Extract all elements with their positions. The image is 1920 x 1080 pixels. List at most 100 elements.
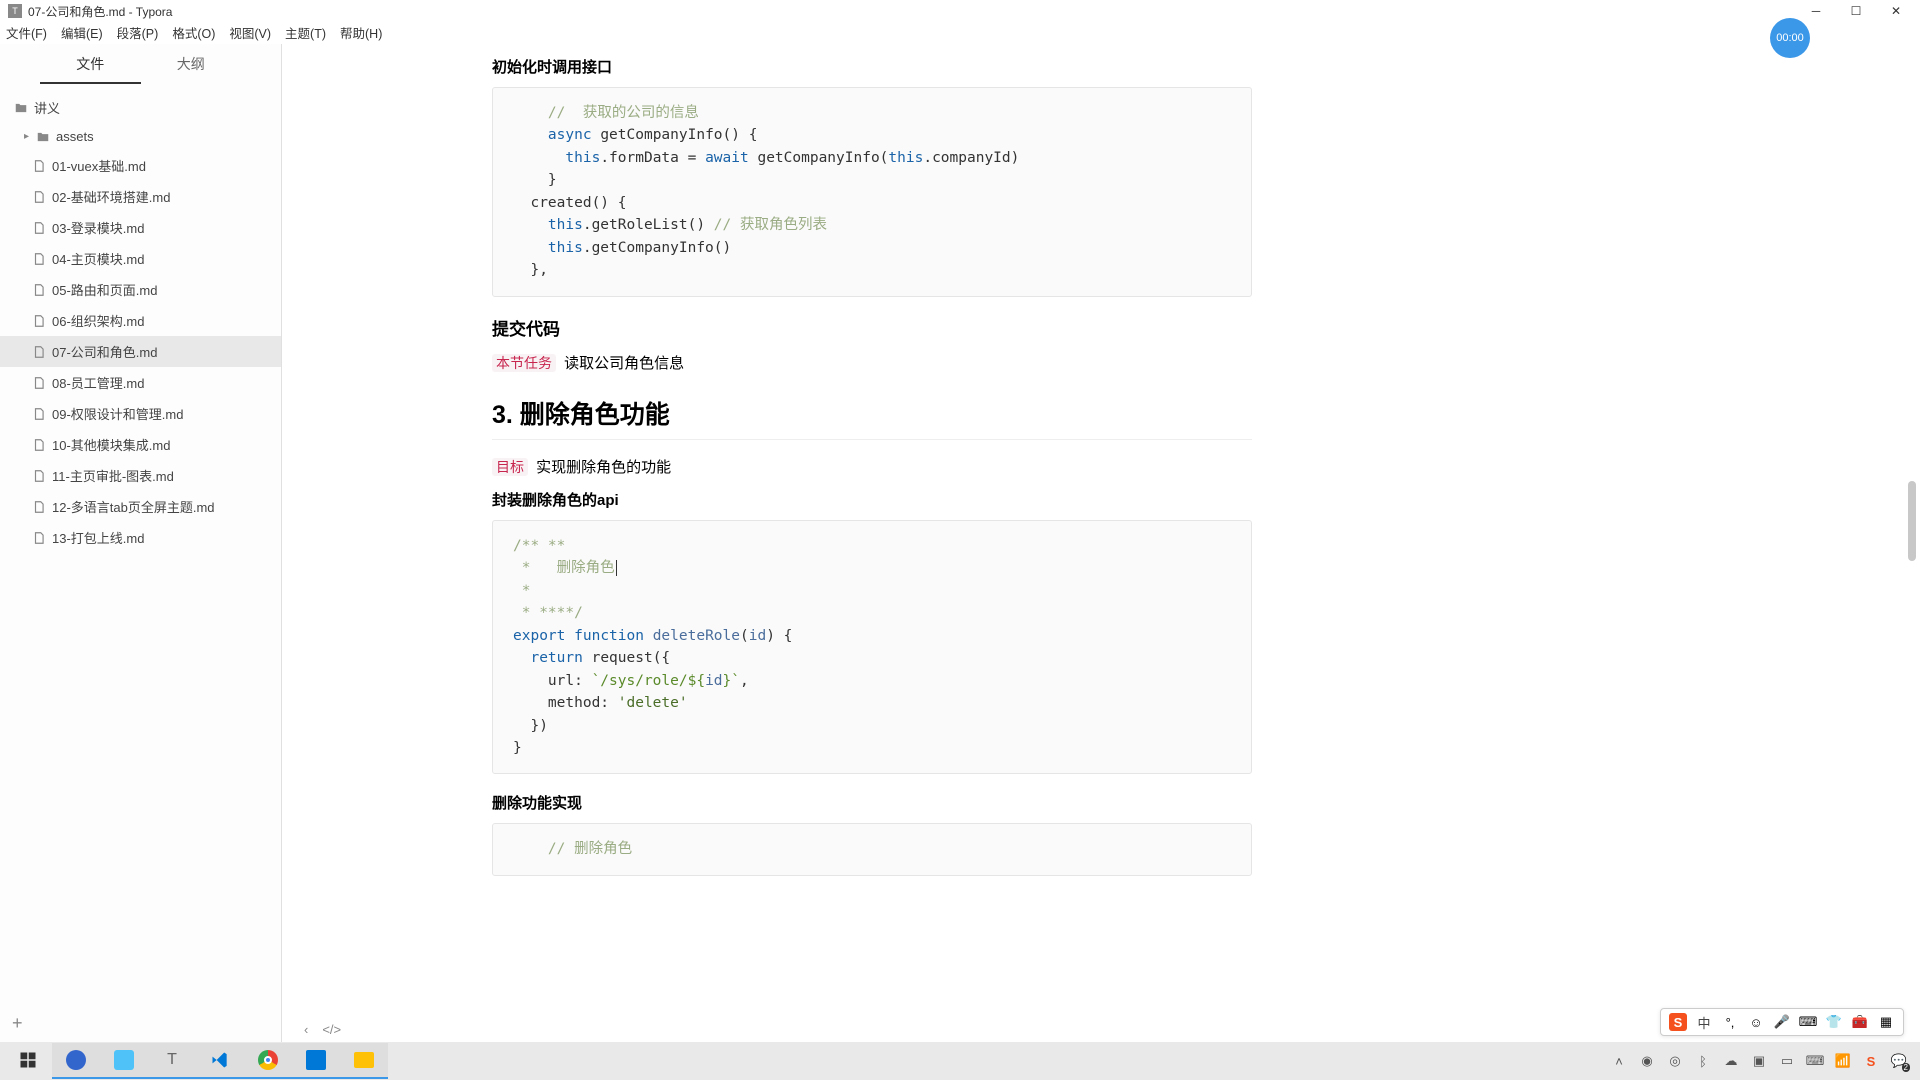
tree-file-label: 08-员工管理.md	[52, 373, 144, 392]
menu-format[interactable]: 格式(O)	[172, 23, 215, 42]
goal-line: 目标 实现删除角色的功能	[492, 456, 1252, 477]
tree-file[interactable]: 06-组织架构.md	[0, 305, 281, 336]
code-block-impl[interactable]: // 删除角色	[492, 823, 1252, 875]
source-toggle[interactable]: </>	[322, 1022, 341, 1037]
app-icon: T	[8, 4, 22, 18]
tree-file[interactable]: 10-其他模块集成.md	[0, 429, 281, 460]
tray-wifi-icon[interactable]: 📶	[1834, 1052, 1852, 1070]
tree-file-label: 02-基础环境搭建.md	[52, 187, 170, 206]
ime-grid-icon[interactable]: ▦	[1877, 1013, 1895, 1031]
menu-edit[interactable]: 编辑(E)	[61, 23, 103, 42]
heading-api: 封装删除角色的api	[492, 489, 1252, 510]
taskbar-chrome[interactable]	[244, 1043, 292, 1079]
tree-file-label: 06-组织架构.md	[52, 311, 144, 330]
tree-file[interactable]: 02-基础环境搭建.md	[0, 181, 281, 212]
code-block-api[interactable]: /** ** * 删除角色 * * ****/ export function …	[492, 520, 1252, 775]
tray-camera-icon[interactable]: ▣	[1750, 1052, 1768, 1070]
tree-file[interactable]: 09-权限设计和管理.md	[0, 398, 281, 429]
statusbar: ‹ </>	[290, 1016, 355, 1042]
tray-battery-icon[interactable]: ▭	[1778, 1052, 1796, 1070]
tree-file[interactable]: 08-员工管理.md	[0, 367, 281, 398]
tree-file-label: 03-登录模块.md	[52, 218, 144, 237]
taskbar-powershell[interactable]	[292, 1043, 340, 1079]
tree-file-label: 01-vuex基础.md	[52, 156, 146, 175]
timer-text: 00:00	[1776, 32, 1804, 44]
file-tree: 讲义 ▸ assets 01-vuex基础.md 02-基础环境搭建.md 03-登…	[0, 84, 281, 561]
tree-file[interactable]: 04-主页模块.md	[0, 243, 281, 274]
tray-app2-icon[interactable]: ◎	[1666, 1052, 1684, 1070]
taskbar-typora[interactable]: T	[148, 1043, 196, 1079]
ime-panel[interactable]: S 中 °, ☺ 🎤 ⌨ 👕 🧰 ▦	[1660, 1008, 1904, 1036]
taskbar-vscode[interactable]	[196, 1043, 244, 1079]
tray-app1-icon[interactable]: ◉	[1638, 1052, 1656, 1070]
menubar: 文件(F) 编辑(E) 段落(P) 格式(O) 视图(V) 主题(T) 帮助(H…	[0, 22, 1920, 44]
tree-folder-assets[interactable]: ▸ assets	[0, 123, 281, 150]
tree-file[interactable]: 05-路由和页面.md	[0, 274, 281, 305]
ime-lang[interactable]: 中	[1695, 1013, 1713, 1031]
tree-file[interactable]: 12-多语言tab页全屏主题.md	[0, 491, 281, 522]
editor-content: 初始化时调用接口 // 获取的公司的信息 async getCompanyInf…	[492, 56, 1252, 876]
main-area: 文件 大纲 讲义 ▸ assets 01-vuex基础.md 02-基础环境搭建.…	[0, 44, 1920, 1042]
tray-sogou-icon[interactable]: S	[1862, 1052, 1880, 1070]
tree-file-label: 11-主页审批-图表.md	[52, 466, 174, 485]
tab-files[interactable]: 文件	[40, 46, 141, 84]
menu-theme[interactable]: 主题(T)	[285, 23, 326, 42]
sidebar-add[interactable]: +	[0, 1005, 281, 1042]
heading-init: 初始化时调用接口	[492, 56, 1252, 77]
file-icon	[32, 221, 48, 235]
text-cursor	[616, 560, 617, 576]
start-button[interactable]	[4, 1043, 52, 1079]
menu-view[interactable]: 视图(V)	[229, 23, 271, 42]
ime-smile-icon[interactable]: ☺	[1747, 1013, 1765, 1031]
file-icon	[32, 190, 48, 204]
tree-file[interactable]: 01-vuex基础.md	[0, 150, 281, 181]
taskbar: T ˄ ◉ ◎ ᛒ ☁ ▣ ▭ ⌨ 📶 S 💬2	[0, 1042, 1920, 1080]
tab-outline[interactable]: 大纲	[141, 46, 242, 84]
system-tray: ˄ ◉ ◎ ᛒ ☁ ▣ ▭ ⌨ 📶 S 💬2	[1610, 1052, 1916, 1070]
ime-punct-icon[interactable]: °,	[1721, 1013, 1739, 1031]
tree-file[interactable]: 11-主页审批-图表.md	[0, 460, 281, 491]
ime-tool-icon[interactable]: 🧰	[1851, 1013, 1869, 1031]
tree-file[interactable]: 03-登录模块.md	[0, 212, 281, 243]
tray-chevron-icon[interactable]: ˄	[1610, 1052, 1628, 1070]
sidebar-tabs: 文件 大纲	[0, 44, 281, 84]
editor[interactable]: 初始化时调用接口 // 获取的公司的信息 async getCompanyInf…	[282, 44, 1920, 1042]
tray-onedrive-icon[interactable]: ☁	[1722, 1052, 1740, 1070]
maximize-button[interactable]: ☐	[1848, 3, 1864, 19]
ime-mic-icon[interactable]: 🎤	[1773, 1013, 1791, 1031]
ime-keyboard-icon[interactable]: ⌨	[1799, 1013, 1817, 1031]
timer-bubble[interactable]: 00:00	[1770, 18, 1810, 58]
tree-root[interactable]: 讲义	[0, 92, 281, 123]
tray-notifications-icon[interactable]: 💬2	[1890, 1052, 1908, 1070]
tree-file[interactable]: 13-打包上线.md	[0, 522, 281, 553]
tree-file-label: 05-路由和页面.md	[52, 280, 157, 299]
tree-file[interactable]: 07-公司和角色.md	[0, 336, 281, 367]
back-button[interactable]: ‹	[304, 1022, 308, 1037]
sidebar: 文件 大纲 讲义 ▸ assets 01-vuex基础.md 02-基础环境搭建.…	[0, 44, 282, 1042]
menu-file[interactable]: 文件(F)	[6, 23, 47, 42]
close-button[interactable]: ✕	[1888, 3, 1904, 19]
menu-paragraph[interactable]: 段落(P)	[117, 23, 159, 42]
taskbar-app-1[interactable]	[52, 1043, 100, 1079]
folder-icon	[36, 130, 52, 144]
menu-help[interactable]: 帮助(H)	[340, 23, 382, 42]
taskbar-explorer[interactable]	[340, 1043, 388, 1079]
tree-file-label: 10-其他模块集成.md	[52, 435, 170, 454]
task-line: 本节任务 读取公司角色信息	[492, 352, 1252, 373]
file-icon	[32, 345, 48, 359]
tray-bluetooth-icon[interactable]: ᛒ	[1694, 1052, 1712, 1070]
tree-file-label: 13-打包上线.md	[52, 528, 144, 547]
goal-label: 目标	[492, 458, 528, 476]
tree-folder-label: assets	[56, 129, 94, 144]
heading-submit: 提交代码	[492, 315, 1252, 340]
taskbar-app-2[interactable]	[100, 1043, 148, 1079]
ime-skin-icon[interactable]: 👕	[1825, 1013, 1843, 1031]
file-icon	[32, 283, 48, 297]
tray-keyboard-icon[interactable]: ⌨	[1806, 1052, 1824, 1070]
sogou-icon[interactable]: S	[1669, 1013, 1687, 1031]
code-block-init[interactable]: // 获取的公司的信息 async getCompanyInfo() { thi…	[492, 87, 1252, 297]
minimize-button[interactable]: ─	[1808, 3, 1824, 19]
scrollbar[interactable]	[1908, 104, 1918, 1002]
scrollbar-thumb[interactable]	[1908, 481, 1916, 561]
titlebar: T 07-公司和角色.md - Typora ─ ☐ ✕	[0, 0, 1920, 22]
